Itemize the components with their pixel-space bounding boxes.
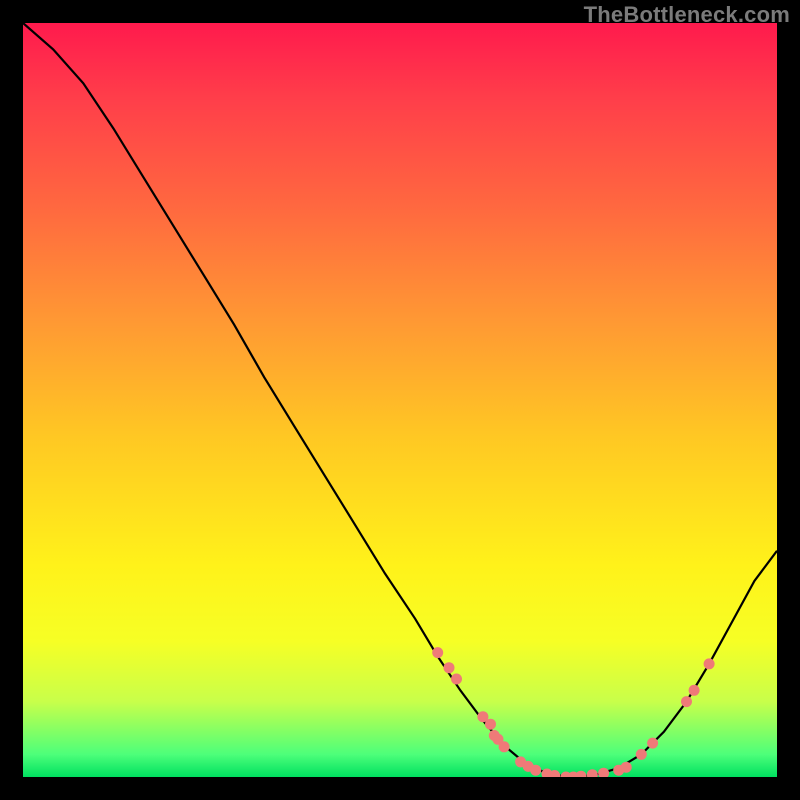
data-point — [576, 771, 587, 777]
data-point — [499, 741, 510, 752]
data-point — [444, 662, 455, 673]
data-point — [689, 685, 700, 696]
bottleneck-chart — [23, 23, 777, 777]
data-point — [681, 696, 692, 707]
data-point — [704, 658, 715, 669]
data-markers — [432, 647, 714, 777]
data-point — [647, 738, 658, 749]
watermark-text: TheBottleneck.com — [584, 2, 790, 28]
data-point — [636, 749, 647, 760]
data-point — [530, 765, 541, 776]
data-point — [432, 647, 443, 658]
data-point — [621, 762, 632, 773]
bottleneck-curve — [23, 23, 777, 777]
data-point — [451, 674, 462, 685]
data-point — [485, 719, 496, 730]
data-point — [598, 768, 609, 777]
data-point — [587, 769, 598, 777]
